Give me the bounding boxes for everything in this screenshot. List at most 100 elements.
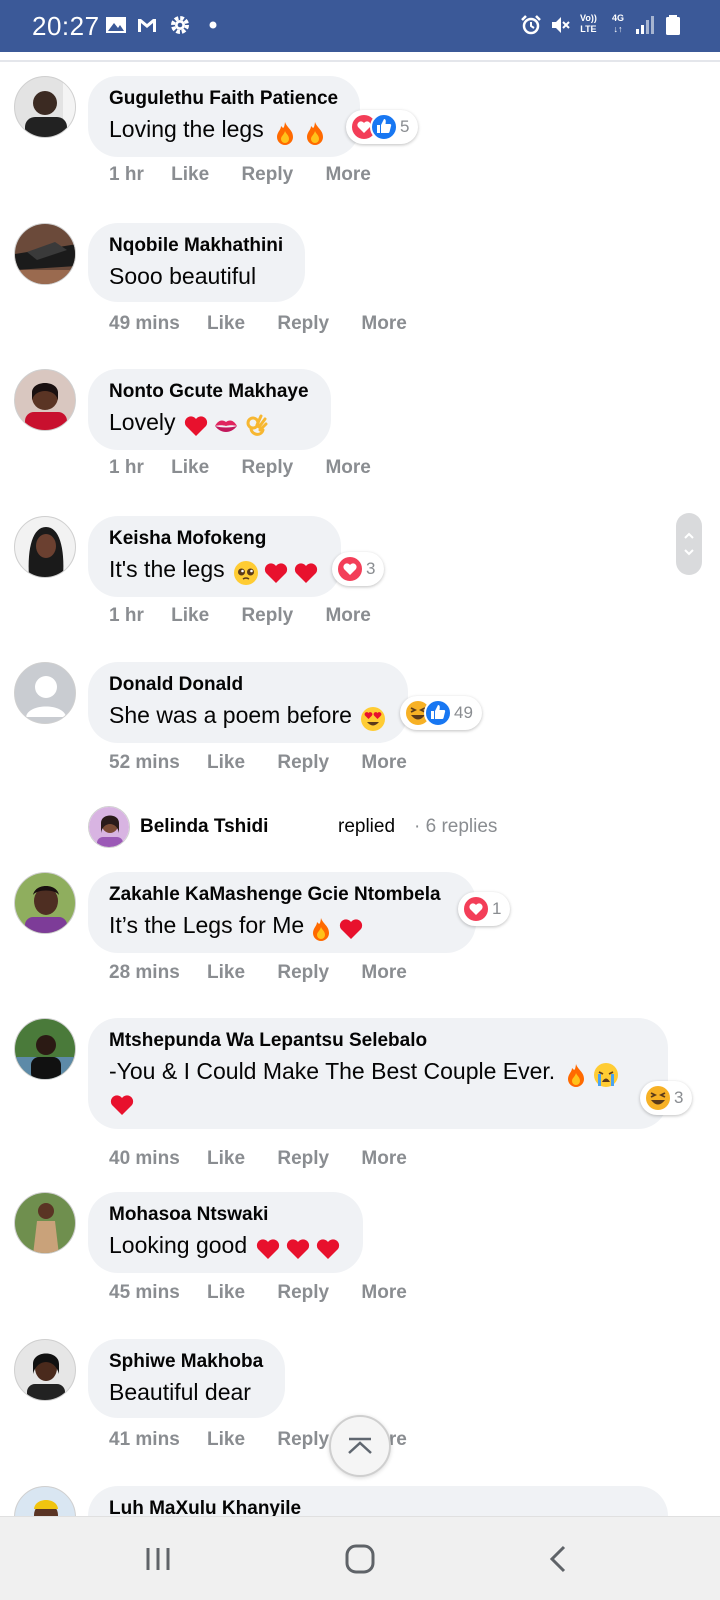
comment-time[interactable]: 45 mins [109, 1282, 180, 1304]
more-action[interactable]: More [325, 605, 370, 627]
reactions-summary[interactable]: 1 [458, 892, 511, 926]
more-action[interactable]: More [361, 962, 406, 984]
avatar[interactable] [14, 872, 76, 934]
back-icon[interactable] [542, 1541, 578, 1577]
comment-bubble[interactable]: Mohasoa Ntswaki Looking good [88, 1192, 364, 1273]
pleading-face-emoji-icon [233, 560, 258, 585]
commenter-name[interactable]: Keisha Mofokeng [109, 527, 319, 551]
commenter-name[interactable]: Mohasoa Ntswaki [109, 1203, 341, 1227]
comment-actions: 1 hr Like Reply More [109, 457, 371, 479]
comment-actions: 52 mins Like Reply More [109, 752, 407, 774]
reactions-summary[interactable]: 3 [640, 1081, 693, 1115]
comment-bubble[interactable]: Luh MaXulu Khanyile [88, 1486, 668, 1516]
like-action[interactable]: Like [207, 752, 245, 774]
like-action[interactable]: Like [171, 457, 209, 479]
comment-time[interactable]: 49 mins [109, 313, 180, 335]
avatar[interactable] [14, 223, 76, 285]
love-reaction-icon [462, 895, 490, 923]
replied-label: replied [338, 816, 396, 837]
more-action[interactable]: More [361, 313, 406, 335]
reply-action[interactable]: Reply [241, 164, 293, 186]
like-action[interactable]: Like [207, 1429, 245, 1451]
commenter-name[interactable]: Nqobile Makhathini [109, 234, 283, 258]
reply-action[interactable]: Reply [277, 1282, 329, 1304]
comment-time[interactable]: 40 mins [109, 1148, 180, 1170]
more-action[interactable]: More [325, 164, 370, 186]
comment-bubble[interactable]: Mtshepunda Wa Lepantsu Selebalo -You & I… [88, 1018, 668, 1129]
avatar[interactable] [14, 76, 76, 138]
avatar[interactable] [14, 1339, 76, 1401]
more-action[interactable]: More [361, 1282, 406, 1304]
reply-action[interactable]: Reply [277, 1429, 329, 1451]
reaction-count: 5 [400, 117, 410, 136]
more-action[interactable]: More [361, 1148, 406, 1170]
volte-top: Vo)) [580, 13, 597, 23]
commenter-name[interactable]: Zakahle KaMashenge Gcie Ntombela [109, 883, 454, 907]
commenter-name[interactable]: Gugulethu Faith Patience [109, 87, 338, 111]
commenter-name[interactable]: Sphiwe Makhoba [109, 1350, 263, 1374]
comment-text: It’s the Legs for Me [109, 910, 454, 942]
avatar[interactable] [14, 1486, 76, 1516]
reply-action[interactable]: Reply [277, 752, 329, 774]
reply-author-name[interactable]: Belinda Tshidi [140, 816, 268, 838]
comment-bubble[interactable]: Gugulethu Faith Patience Loving the legs [88, 76, 361, 157]
comment-time[interactable]: 41 mins [109, 1429, 180, 1451]
recent-apps-icon[interactable] [140, 1541, 176, 1577]
commenter-name[interactable]: Donald Donald [109, 673, 386, 697]
reactions-summary[interactable]: 5 [346, 110, 419, 144]
reply-action[interactable]: Reply [241, 457, 293, 479]
reply-action[interactable]: Reply [277, 1148, 329, 1170]
reactions-summary[interactable]: 49 [400, 696, 482, 730]
comment-bubble[interactable]: Zakahle KaMashenge Gcie Ntombela It’s th… [88, 872, 476, 953]
comment-text-body: It's the legs [109, 556, 225, 582]
comment-time[interactable]: 28 mins [109, 962, 180, 984]
more-action[interactable]: More [325, 457, 370, 479]
reply-count[interactable]: · 6 replies [414, 816, 497, 838]
comment-text-body: It’s the Legs for Me [109, 912, 305, 938]
like-action[interactable]: Like [207, 313, 245, 335]
fast-scroll-handle[interactable] [676, 513, 702, 575]
comment-time[interactable]: 1 hr [109, 457, 144, 479]
like-action[interactable]: Like [207, 1148, 245, 1170]
comment-bubble[interactable]: Keisha Mofokeng It's the legs [88, 516, 341, 597]
more-action[interactable]: More [361, 752, 406, 774]
reactions-summary[interactable]: 3 [332, 552, 385, 586]
reaction-count: 3 [674, 1088, 684, 1107]
avatar[interactable] [14, 1192, 76, 1254]
like-action[interactable]: Like [207, 962, 245, 984]
like-action[interactable]: Like [207, 1282, 245, 1304]
avatar[interactable] [88, 806, 130, 848]
reaction-count: 49 [454, 703, 473, 722]
commenter-name[interactable]: Luh MaXulu Khanyile [109, 1497, 646, 1516]
comment-bubble[interactable]: Nqobile Makhathini Sooo beautiful [88, 223, 306, 302]
comment-bubble[interactable]: Nonto Gcute Makhaye Lovely [88, 369, 331, 450]
heart-emoji-icon [317, 1239, 340, 1259]
heart-emoji-icon [257, 1239, 280, 1259]
comment-time[interactable]: 52 mins [109, 752, 180, 774]
reply-action[interactable]: Reply [241, 605, 293, 627]
home-icon[interactable] [342, 1541, 378, 1577]
avatar[interactable] [14, 516, 76, 578]
gallery-icon [106, 17, 126, 33]
avatar[interactable] [14, 662, 76, 724]
kiss-mark-emoji-icon [215, 420, 238, 432]
comment-bubble[interactable]: Donald Donald She was a poem before [88, 662, 408, 743]
commenter-name[interactable]: Nonto Gcute Makhaye [109, 380, 309, 404]
mute-icon [552, 17, 570, 33]
reply-action[interactable]: Reply [277, 962, 329, 984]
comment-text: Looking good [109, 1230, 341, 1262]
comment-actions: 1 hr Like Reply More [109, 605, 371, 627]
scroll-to-top-button[interactable] [329, 1415, 391, 1477]
like-action[interactable]: Like [171, 164, 209, 186]
comment-text: Beautiful dear [109, 1379, 251, 1405]
avatar[interactable] [14, 369, 76, 431]
comment-time[interactable]: 1 hr [109, 164, 144, 186]
comment-bubble[interactable]: Sphiwe Makhoba Beautiful dear [88, 1339, 286, 1418]
avatar[interactable] [14, 1018, 76, 1080]
reply-action[interactable]: Reply [277, 313, 329, 335]
comment-time[interactable]: 1 hr [109, 605, 144, 627]
heart-emoji-icon [185, 416, 208, 436]
commenter-name[interactable]: Mtshepunda Wa Lepantsu Selebalo [109, 1029, 646, 1053]
system-navigation-bar [0, 1516, 720, 1600]
like-action[interactable]: Like [171, 605, 209, 627]
